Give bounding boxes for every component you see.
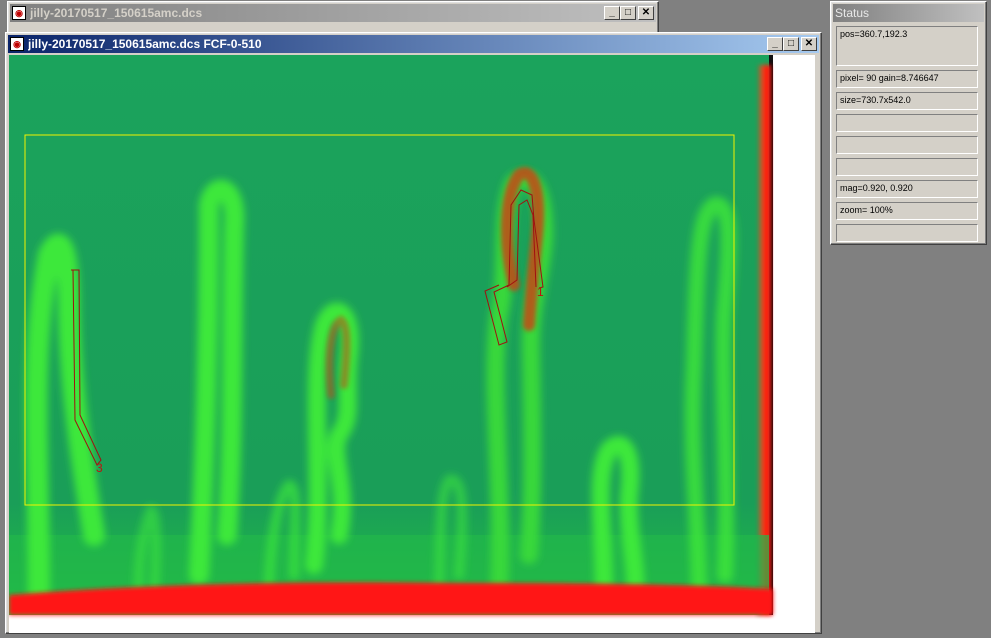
image-window-titlebar[interactable]: ◉ jilly-20170517_150615amc.dcs FCF-0-510… (8, 35, 819, 53)
status-window[interactable]: Status pos=360.7,192.3 pixel= 90 gain=8.… (830, 1, 987, 245)
status-pos: pos=360.7,192.3 (836, 26, 978, 66)
status-empty-1 (836, 114, 978, 132)
image-window-title: jilly-20170517_150615amc.dcs FCF-0-510 (28, 37, 262, 51)
close-button[interactable]: ✕ (638, 6, 654, 20)
background-window-title: jilly-20170517_150615amc.dcs (30, 6, 203, 20)
background-window-titlebar[interactable]: ◉ jilly-20170517_150615amc.dcs _ □ ✕ (10, 4, 656, 22)
status-empty-2 (836, 136, 978, 154)
minimize-button[interactable]: _ (767, 37, 783, 51)
status-pixel-gain: pixel= 90 gain=8.746647 (836, 70, 978, 88)
status-size: size=730.7x542.0 (836, 92, 978, 110)
roi-label-1: 1 (537, 285, 544, 299)
maximize-button[interactable]: □ (783, 37, 799, 51)
minimize-button[interactable]: _ (604, 6, 620, 20)
fluorescence-image[interactable]: 3 1 (9, 55, 815, 633)
close-button[interactable]: ✕ (801, 37, 817, 51)
roi-label-3: 3 (96, 461, 103, 475)
app-icon: ◉ (12, 6, 26, 20)
status-zoom: zoom= 100% (836, 202, 978, 220)
app-icon: ◉ (10, 37, 24, 51)
image-window[interactable]: ◉ jilly-20170517_150615amc.dcs FCF-0-510… (5, 32, 822, 634)
image-canvas-area[interactable]: 3 1 (9, 55, 815, 633)
status-mag: mag=0.920, 0.920 (836, 180, 978, 198)
hot-edge-right (757, 65, 771, 615)
status-window-title: Status (835, 6, 870, 20)
image-background (9, 55, 769, 615)
status-window-titlebar[interactable]: Status (833, 4, 984, 22)
status-empty-3 (836, 158, 978, 176)
maximize-button[interactable]: □ (620, 6, 636, 20)
status-empty-4 (836, 224, 978, 242)
